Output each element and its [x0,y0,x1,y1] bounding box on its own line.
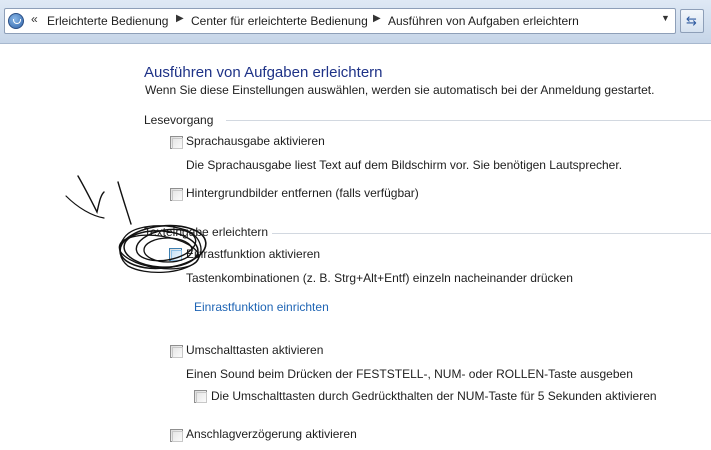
toggle-keys-hold-checkbox[interactable] [194,390,207,403]
background-checkbox-label[interactable]: Hintergrundbilder entfernen (falls verfü… [186,186,419,200]
chevron-right-icon[interactable]: ▶ [373,13,381,24]
breadcrumb-current-page[interactable]: Ausführen von Aufgaben erleichtern [388,14,579,28]
toggle-keys-hold-label[interactable]: Die Umschalttasten durch Gedrückthalten … [211,389,657,403]
sticky-keys-checkbox-label[interactable]: Einrastfunktion aktivieren [186,247,320,261]
toggle-keys-checkbox-label[interactable]: Umschalttasten aktivieren [186,343,323,357]
refresh-button[interactable]: ⇆ [680,9,704,33]
refresh-icon: ⇆ [686,13,697,28]
control-panel-icon [8,13,24,29]
filter-keys-checkbox[interactable] [170,429,183,442]
section-divider [272,233,711,234]
speech-description: Die Sprachausgabe liest Text auf dem Bil… [186,158,623,172]
sticky-keys-checkbox[interactable] [169,248,182,261]
speech-checkbox[interactable] [170,136,183,149]
section-divider [226,120,711,121]
breadcrumb-erleichterte-bedienung[interactable]: Erleichterte Bedienung [47,14,168,28]
page-title: Ausführen von Aufgaben erleichtern [144,64,383,81]
section-heading-lesevorgang: Lesevorgang [144,113,214,127]
page-subtitle: Wenn Sie diese Einstellungen auswählen, … [145,83,655,97]
double-chevron-left-icon[interactable]: « [31,12,38,26]
section-heading-texteingabe: Texteingabe erleichtern [144,225,269,239]
address-bar[interactable]: « Erleichterte Bedienung ▶ Center für er… [4,8,676,34]
chevron-down-icon[interactable]: ▼ [661,13,670,23]
address-toolbar: « Erleichterte Bedienung ▶ Center für er… [0,0,711,44]
chevron-right-icon[interactable]: ▶ [176,13,184,24]
sticky-keys-setup-link[interactable]: Einrastfunktion einrichten [194,300,329,314]
sticky-keys-description: Tastenkombinationen (z. B. Strg+Alt+Entf… [186,271,573,285]
toggle-keys-description: Einen Sound beim Drücken der FESTSTELL-,… [186,367,633,381]
speech-checkbox-label[interactable]: Sprachausgabe aktivieren [186,134,325,148]
breadcrumb-center[interactable]: Center für erleichterte Bedienung [191,14,368,28]
toggle-keys-checkbox[interactable] [170,345,183,358]
background-checkbox[interactable] [170,188,183,201]
filter-keys-checkbox-label[interactable]: Anschlagverzögerung aktivieren [186,427,357,441]
